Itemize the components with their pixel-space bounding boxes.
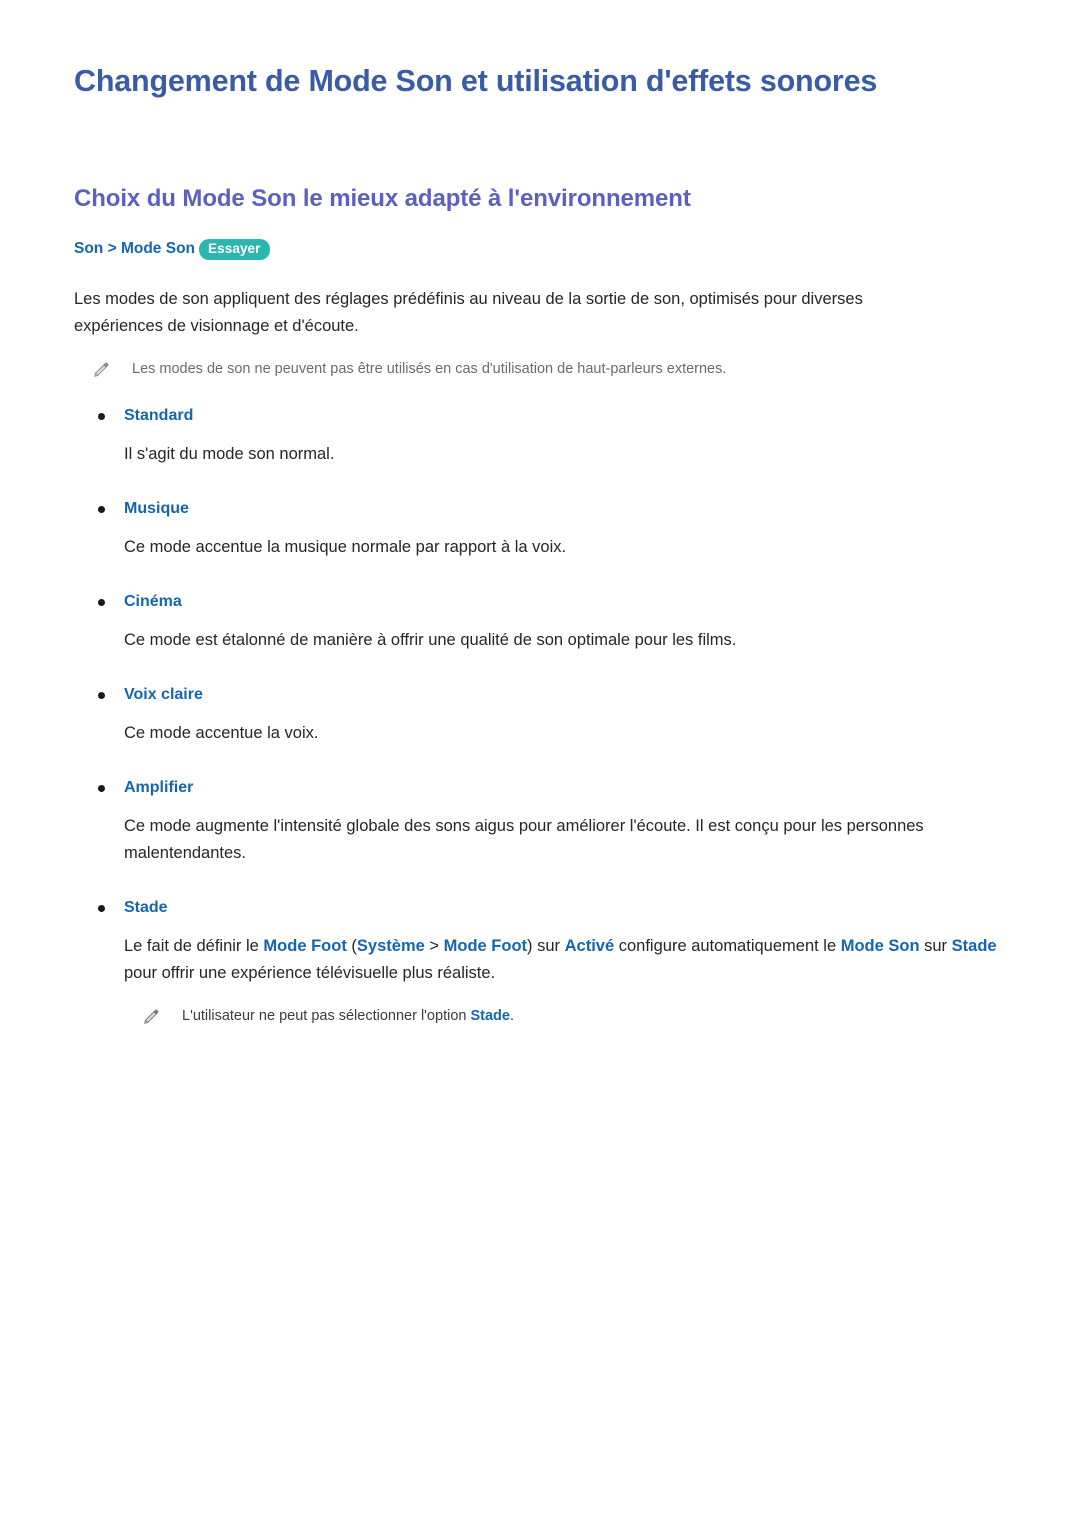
mode-description: Ce mode augmente l'intensité globale des… xyxy=(124,817,924,862)
mode-description: Ce mode accentue la voix. xyxy=(124,724,319,742)
bullet-icon xyxy=(98,413,105,420)
mode-heading-amplifier: Amplifier xyxy=(74,777,1002,799)
term-mode-son: Mode Son xyxy=(840,937,920,955)
mode-description: Ce mode accentue la musique normale par … xyxy=(124,538,567,556)
term-mode-foot: Mode Foot xyxy=(263,937,347,955)
list-item: Cinéma Ce mode est étalonné de manière à… xyxy=(74,591,1002,654)
mode-heading-musique: Musique xyxy=(74,498,1002,520)
bullet-icon xyxy=(98,692,105,699)
breadcrumb: Son > Mode Son Essayer xyxy=(74,238,1002,260)
list-item: Amplifier Ce mode augmente l'intensité g… xyxy=(74,777,1002,867)
stade-description: Le fait de définir le Mode Foot (Système… xyxy=(74,933,1004,987)
section-title: Choix du Mode Son le mieux adapté à l'en… xyxy=(74,185,691,212)
mode-description: Il s'agit du mode son normal. xyxy=(124,445,335,463)
mode-name: Voix claire xyxy=(124,686,203,703)
term-mode-foot-2: Mode Foot xyxy=(443,937,528,955)
text-seg: ( xyxy=(346,937,357,955)
note-stade-restriction: L'utilisateur ne peut pas sélectionner l… xyxy=(124,1005,1002,1028)
intro-paragraph: Les modes de son appliquent des réglages… xyxy=(74,290,863,335)
text-seg: configure automatiquement le xyxy=(614,937,841,955)
mode-description: Ce mode est étalonné de manière à offrir… xyxy=(124,631,737,649)
mode-heading-standard: Standard xyxy=(74,405,1002,427)
try-it-badge[interactable]: Essayer xyxy=(199,238,270,260)
breadcrumb-item-son[interactable]: Son xyxy=(74,238,103,260)
text-seg: L'utilisateur ne peut pas sélectionner l… xyxy=(182,1008,471,1024)
term-stade: Stade xyxy=(470,1008,510,1024)
list-item: Stade Le fait de définir le Mode Foot (S… xyxy=(74,897,1002,987)
mode-heading-cinema: Cinéma xyxy=(74,591,1002,613)
text-seg: > xyxy=(424,937,444,955)
bullet-icon xyxy=(98,599,105,606)
mode-heading-voix-claire: Voix claire xyxy=(74,684,1002,706)
bullet-icon xyxy=(98,785,105,792)
term-systeme: Système xyxy=(356,937,425,955)
bullet-icon xyxy=(98,506,105,513)
term-stade: Stade xyxy=(951,937,997,955)
mode-heading-stade: Stade xyxy=(74,897,1002,919)
pencil-icon xyxy=(144,1009,159,1024)
list-item: Musique Ce mode accentue la musique norm… xyxy=(74,498,1002,561)
term-active: Activé xyxy=(564,937,615,955)
text-seg: Le fait de définir le xyxy=(124,937,264,955)
note-external-speakers: Les modes de son ne peuvent pas être uti… xyxy=(74,358,1002,381)
note-text: L'utilisateur ne peut pas sélectionner l… xyxy=(182,1005,514,1028)
list-item: Standard Il s'agit du mode son normal. xyxy=(74,405,1002,468)
pencil-icon xyxy=(94,362,109,377)
mode-name: Musique xyxy=(124,500,189,517)
page-title: Changement de Mode Son et utilisation d'… xyxy=(74,64,878,98)
bullet-icon xyxy=(98,905,105,912)
breadcrumb-separator: > xyxy=(103,240,121,257)
breadcrumb-item-mode-son[interactable]: Mode Son xyxy=(121,238,195,260)
document-page: Changement de Mode Son et utilisation d'… xyxy=(0,0,1080,1527)
mode-name: Standard xyxy=(124,407,194,424)
text-seg: ) sur xyxy=(527,937,565,955)
note-text: Les modes de son ne peuvent pas être uti… xyxy=(132,361,727,377)
text-seg: . xyxy=(509,1008,515,1024)
mode-name: Stade xyxy=(124,899,168,916)
list-item: Voix claire Ce mode accentue la voix. xyxy=(74,684,1002,747)
mode-name: Amplifier xyxy=(124,779,194,796)
text-seg: sur xyxy=(919,937,952,955)
mode-name: Cinéma xyxy=(124,593,182,610)
text-seg: pour offrir une expérience télévisuelle … xyxy=(124,964,496,982)
sound-mode-list: Standard Il s'agit du mode son normal. M… xyxy=(74,405,1002,987)
